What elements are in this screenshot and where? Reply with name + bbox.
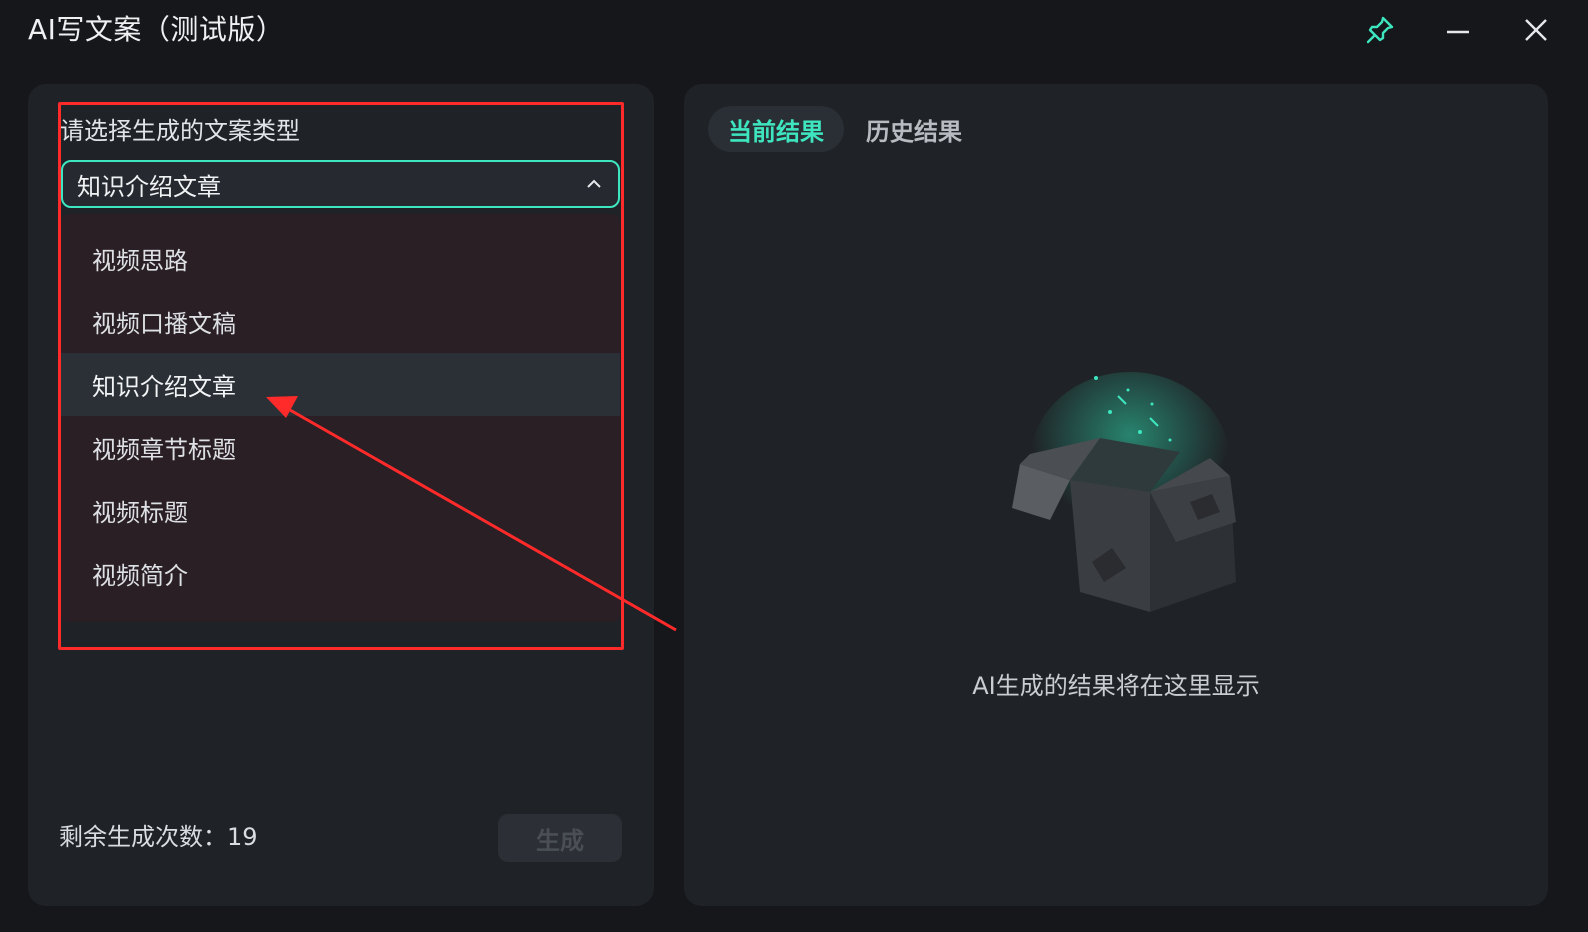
open-box-icon: [1000, 372, 1270, 642]
settings-panel: 请选择生成的文案类型 知识介绍文章 视频思路 视频口播文稿 知识介绍文章 视频章…: [28, 84, 654, 906]
pin-icon: [1364, 14, 1396, 46]
option-voiceover-script[interactable]: 视频口播文稿: [61, 290, 620, 353]
option-video-title[interactable]: 视频标题: [61, 479, 620, 542]
title-bar: AI写文案（测试版）: [0, 0, 1588, 62]
generate-button[interactable]: 生成: [498, 814, 622, 862]
tab-current-results[interactable]: 当前结果: [708, 106, 844, 152]
close-icon: [1522, 16, 1550, 44]
chevron-up-icon: [584, 174, 604, 194]
option-video-intro[interactable]: 视频简介: [61, 542, 620, 605]
close-button[interactable]: [1518, 12, 1554, 48]
results-panel: 当前结果 历史结果 AI生成的结果将在这里显示: [684, 84, 1548, 906]
minimize-icon: [1444, 16, 1472, 44]
option-knowledge-article[interactable]: 知识介绍文章: [61, 353, 620, 416]
select-value: 知识介绍文章: [77, 172, 221, 201]
option-video-idea[interactable]: 视频思路: [61, 227, 620, 290]
pin-button[interactable]: [1362, 12, 1398, 48]
tab-history-results[interactable]: 历史结果: [852, 106, 976, 152]
minimize-button[interactable]: [1440, 12, 1476, 48]
type-dropdown: 视频思路 视频口播文稿 知识介绍文章 视频章节标题 视频标题 视频简介: [61, 214, 620, 622]
type-label: 请选择生成的文案类型: [60, 117, 300, 145]
option-chapter-titles[interactable]: 视频章节标题: [61, 416, 620, 479]
app-title: AI写文案（测试版）: [28, 13, 285, 46]
type-select[interactable]: 知识介绍文章: [61, 160, 620, 208]
remaining-count: 剩余生成次数：19: [59, 823, 258, 851]
empty-state-text: AI生成的结果将在这里显示: [972, 672, 1260, 700]
